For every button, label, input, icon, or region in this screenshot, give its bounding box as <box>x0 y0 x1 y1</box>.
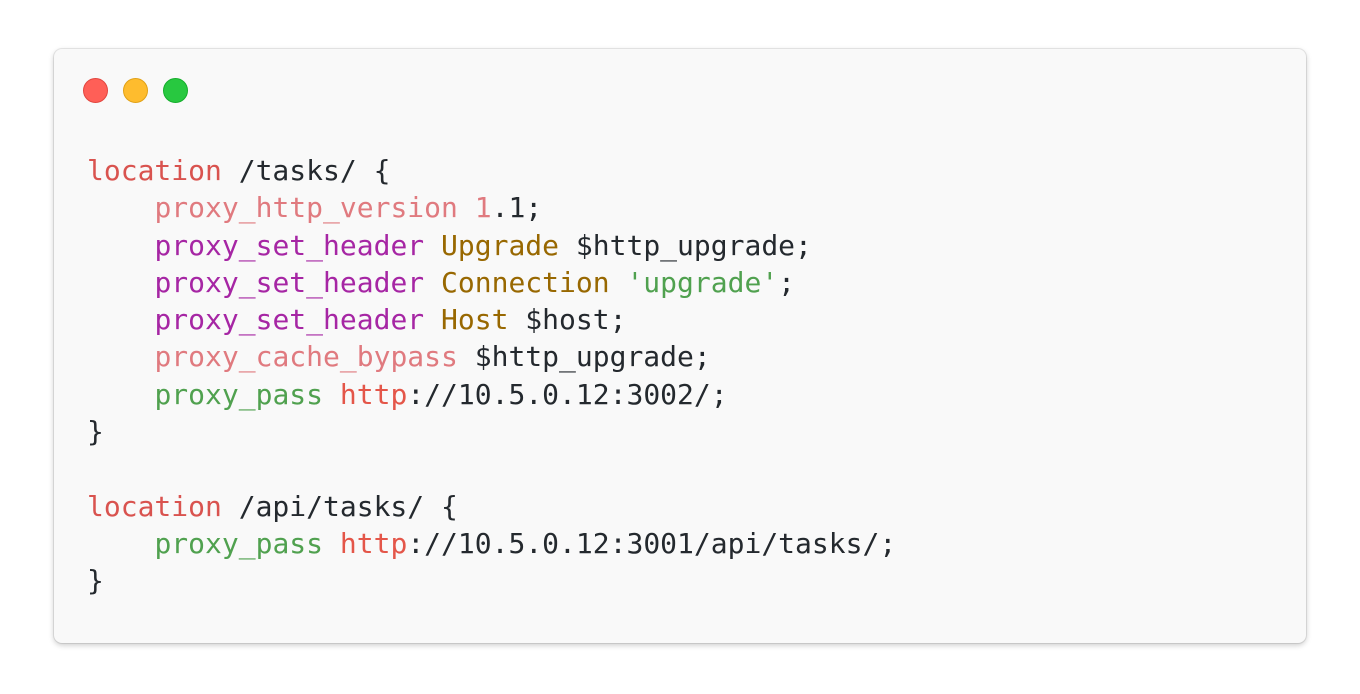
header-name: Host <box>441 303 509 337</box>
directive: proxy_http_version <box>154 191 458 225</box>
code-block: location /tasks/ { proxy_http_version 1.… <box>87 152 896 600</box>
directive: proxy_set_header <box>154 303 425 337</box>
code-text: ://10.5.0.12:3002/; <box>407 377 728 411</box>
location-path: /tasks/ { <box>221 154 391 187</box>
directive: proxy_set_header <box>154 265 425 299</box>
directive: proxy_pass <box>154 377 324 411</box>
directive: proxy_set_header <box>154 228 425 262</box>
code-line: proxy_pass http://10.5.0.12:3001/api/tas… <box>87 527 896 560</box>
code-window: location /tasks/ { proxy_http_version 1.… <box>54 49 1306 643</box>
code-text: $http_upgrade; <box>559 228 812 262</box>
minimize-button[interactable] <box>123 78 148 103</box>
code-text: ; <box>778 265 796 299</box>
code-text: $host; <box>508 303 627 337</box>
directive: proxy_cache_bypass <box>154 340 458 374</box>
code-line: proxy_set_header Upgrade $http_upgrade; <box>87 228 812 262</box>
code-line: proxy_cache_bypass $http_upgrade; <box>87 340 711 374</box>
header-name: Upgrade <box>441 228 560 262</box>
header-name: Connection <box>441 265 610 299</box>
code-line: proxy_set_header Connection 'upgrade'; <box>87 266 795 299</box>
close-button[interactable] <box>83 78 108 103</box>
string-literal: 'upgrade' <box>626 265 779 299</box>
code-text: $http_upgrade; <box>457 340 711 374</box>
code-line: proxy_http_version 1.1; <box>87 191 542 224</box>
url-protocol: http <box>339 377 408 411</box>
code-line: proxy_set_header Host $host; <box>87 303 626 336</box>
url-protocol: http <box>339 526 408 560</box>
closing-brace: } <box>87 564 104 598</box>
code-line: location /api/tasks/ { <box>87 490 458 523</box>
code-text: .1; <box>491 191 543 225</box>
number-literal: 1 <box>474 191 492 225</box>
code-line: location /tasks/ { <box>87 154 390 187</box>
window-controls <box>83 78 188 103</box>
code-text: ://10.5.0.12:3001/api/tasks/; <box>407 526 897 560</box>
zoom-button[interactable] <box>163 78 188 103</box>
location-keyword: location <box>87 489 222 523</box>
closing-brace: } <box>87 415 104 449</box>
location-path: /api/tasks/ { <box>221 489 458 523</box>
directive: proxy_pass <box>154 526 324 560</box>
code-line: proxy_pass http://10.5.0.12:3002/; <box>87 377 728 411</box>
location-keyword: location <box>87 154 222 187</box>
